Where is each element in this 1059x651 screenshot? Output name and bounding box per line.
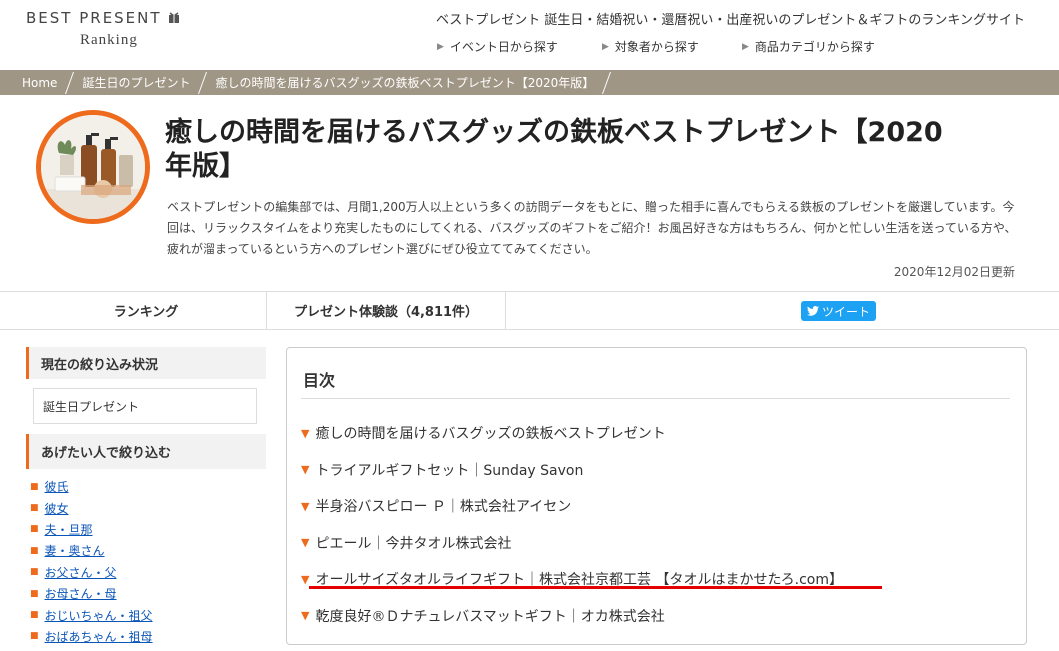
recipient-link-girlfriend[interactable]: 彼女: [45, 500, 69, 517]
toc-item[interactable]: ▼ トライアルギフトセット｜Sunday Savon: [301, 452, 843, 489]
tweet-button[interactable]: ツイート: [801, 301, 876, 321]
list-item: ■ 夫・旦那: [30, 519, 266, 540]
tab-reviews[interactable]: プレゼント体験談（4,811件）: [266, 292, 506, 329]
list-item: ■ 彼女: [30, 497, 266, 518]
breadcrumb-separator: [602, 71, 612, 94]
toc-divider: [301, 398, 1010, 399]
toc-item[interactable]: ▼ オールサイズタオルライフギフト｜株式会社京都工芸 【タオルはまかせたろ.com…: [301, 561, 843, 598]
triangle-down-icon: ▼: [301, 572, 310, 586]
table-of-contents: 目次 ▼ 癒しの時間を届けるバスグッズの鉄板ベストプレゼント ▼ トライアルギフトセ…: [286, 347, 1027, 645]
site-header: BEST PRESENT Ranking ベストプレゼント 誕生日・結婚祝い・還…: [0, 0, 1059, 70]
toc-item[interactable]: ▼ 半身浴バスピロー Ｐ｜株式会社アイセン: [301, 488, 843, 525]
site-logo[interactable]: BEST PRESENT Ranking: [26, 9, 180, 49]
triangle-right-icon: ▶: [437, 41, 444, 52]
logo-subtext: Ranking: [80, 32, 138, 48]
triangle-right-icon: ▶: [602, 41, 609, 52]
recipient-link-boyfriend[interactable]: 彼氏: [45, 478, 69, 495]
tweet-label: ツイート: [821, 304, 870, 319]
bullet-icon: ■: [30, 631, 39, 642]
nav-category-link[interactable]: ▶ 商品カテゴリから探す: [742, 38, 875, 55]
list-item: ■ 彼氏: [30, 476, 266, 497]
triangle-down-icon: ▼: [301, 463, 310, 477]
bullet-icon: ■: [30, 524, 39, 535]
recipient-link-mother[interactable]: お母さん・母: [45, 585, 117, 602]
list-item: ■ 妻・奥さん: [30, 540, 266, 561]
toc-item[interactable]: ▼ 癒しの時間を届けるバスグッズの鉄板ベストプレゼント: [301, 415, 843, 452]
top-nav: ▶ イベント日から探す ▶ 対象者から探す ▶ 商品カテゴリから探す: [437, 38, 875, 55]
toc-list: ▼ 癒しの時間を届けるバスグッズの鉄板ベストプレゼント ▼ トライアルギフトセット｜…: [301, 415, 843, 634]
breadcrumb-separator: [198, 71, 208, 94]
article-tabs: ランキング プレゼント体験談（4,811件） ツイート: [0, 291, 1059, 330]
triangle-down-icon: ▼: [301, 609, 310, 623]
bullet-icon: ■: [30, 588, 39, 599]
breadcrumb-birthday[interactable]: 誕生日のプレゼント: [82, 74, 190, 91]
current-filter-heading: 現在の絞り込み状況: [26, 347, 266, 379]
bullet-icon: ■: [30, 503, 39, 514]
triangle-down-icon: ▼: [301, 499, 310, 513]
recipient-filter-heading: あげたい人で絞り込む: [26, 434, 266, 469]
toc-item[interactable]: ▼ 乾度良好®Ｄナチュレバスマットギフト｜オカ株式会社: [301, 598, 843, 635]
list-item: ■ お父さん・父: [30, 562, 266, 583]
list-item: ■ おばあちゃん・祖母: [30, 626, 266, 647]
triangle-down-icon: ▼: [301, 426, 310, 440]
breadcrumb-home[interactable]: Home: [22, 76, 57, 90]
bullet-icon: ■: [30, 545, 39, 556]
nav-event-link[interactable]: ▶ イベント日から探す: [437, 38, 602, 55]
article-description: ベストプレゼントの編集部では、月間1,200万人以上という多くの訪問データをもと…: [167, 200, 1017, 256]
recipient-link-husband[interactable]: 夫・旦那: [45, 521, 93, 538]
recipient-list: ■ 彼氏 ■ 彼女 ■ 夫・旦那 ■ 妻・奥さん ■ お父さん・父 ■ お母さん・母 ■ おじ…: [26, 476, 266, 647]
twitter-bird-icon: [806, 306, 819, 316]
nav-recipient-link[interactable]: ▶ 対象者から探す: [602, 38, 742, 55]
updated-date: 2020年12月02日更新: [893, 265, 1015, 279]
bath-goods-thumbnail: [36, 110, 150, 224]
toc-title: 目次: [303, 371, 336, 390]
recipient-link-grandmother[interactable]: おばあちゃん・祖母: [45, 628, 153, 645]
tab-ranking[interactable]: ランキング: [26, 292, 266, 329]
breadcrumb: Home 誕生日のプレゼント 癒しの時間を届けるバスグッズの鉄板ベストプレゼント…: [0, 70, 1059, 95]
triangle-down-icon: ▼: [301, 536, 310, 550]
highlight-underline: [309, 586, 882, 589]
current-filter-value: 誕生日プレゼント: [33, 388, 257, 424]
article-hero: 癒しの時間を届けるバスグッズの鉄板ベストプレゼント【2020年版】 ベストプレゼ…: [0, 95, 1059, 291]
site-tagline: ベストプレゼント 誕生日・結婚祝い・還暦祝い・出産祝いのプレゼント＆ギフトのラン…: [436, 13, 1026, 28]
list-item: ■ お母さん・母: [30, 583, 266, 604]
bath-bottles-image: [41, 115, 145, 219]
sidebar: 現在の絞り込み状況 誕生日プレゼント あげたい人で絞り込む ■ 彼氏 ■ 彼女 ■ 夫…: [26, 347, 266, 651]
recipient-link-grandfather[interactable]: おじいちゃん・祖父: [45, 607, 153, 624]
breadcrumb-current: 癒しの時間を届けるバスグッズの鉄板ベストプレゼント【2020年版】: [215, 76, 595, 90]
page-title: 癒しの時間を届けるバスグッズの鉄板ベストプレゼント【2020年版】: [165, 117, 943, 182]
toc-item[interactable]: ▼ ピエール｜今井タオル株式会社: [301, 525, 843, 562]
recipient-link-wife[interactable]: 妻・奥さん: [45, 542, 105, 559]
triangle-right-icon: ▶: [742, 41, 749, 52]
recipient-link-father[interactable]: お父さん・父: [45, 564, 117, 581]
bullet-icon: ■: [30, 481, 39, 492]
list-item: ■ おじいちゃん・祖父: [30, 604, 266, 625]
bullet-icon: ■: [30, 567, 39, 578]
bullet-icon: ■: [30, 610, 39, 621]
gift-box-icon: [168, 12, 179, 23]
logo-text: BEST PRESENT: [26, 9, 162, 27]
breadcrumb-separator: [65, 71, 75, 94]
